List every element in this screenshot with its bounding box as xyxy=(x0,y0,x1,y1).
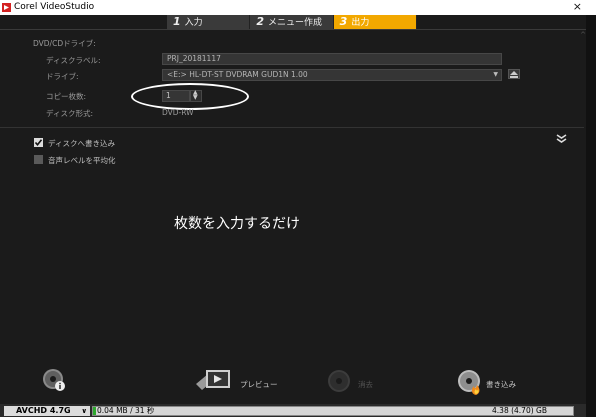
erase-disc-icon xyxy=(328,370,350,392)
checkmark-icon xyxy=(34,139,43,147)
drive-select-value: <E:> HL-DT-ST DVDRAM GUD1N 1.00 xyxy=(167,70,308,79)
step-label: 出力 xyxy=(351,18,370,28)
preview-icon[interactable] xyxy=(194,366,234,394)
step-number: 1 xyxy=(173,15,181,28)
tab-menu-create[interactable]: 2 メニュー作成 xyxy=(250,15,334,29)
capacity-bar: 0.04 MB / 31 秒 4.38 (4.70) GB xyxy=(92,406,574,416)
burn-label[interactable]: 書き込み xyxy=(486,379,516,390)
disc-format-select-value: AVCHD 4.7G xyxy=(16,406,71,415)
step-label: メニュー作成 xyxy=(267,18,322,28)
step-label: 入力 xyxy=(184,18,203,28)
tab-output[interactable]: 3 出力 xyxy=(333,15,417,29)
chevron-down-icon: ∨ xyxy=(81,407,87,415)
disc-label-label: ディスクラベル: xyxy=(46,56,101,65)
equalize-audio-label: 音声レベルを平均化 xyxy=(48,156,116,165)
disc-format-value: DVD-RW xyxy=(162,108,194,117)
disc-info-icon[interactable] xyxy=(42,368,66,392)
disc-format-select[interactable]: AVCHD 4.7G ∨ xyxy=(4,406,90,416)
step-number: 2 xyxy=(256,15,264,28)
section-label-drive: DVD/CDドライブ: xyxy=(33,39,96,48)
step-number: 3 xyxy=(339,15,348,28)
window-title: Corel VideoStudio xyxy=(14,2,95,12)
tab-input[interactable]: 1 入力 xyxy=(167,15,251,29)
expand-options-icon[interactable] xyxy=(556,134,567,146)
write-to-disc-label: ディスクへ書き込み xyxy=(48,139,115,148)
section-divider xyxy=(0,127,584,128)
erase-label: 消去 xyxy=(358,380,373,389)
status-bar: AVCHD 4.7G ∨ 0.04 MB / 31 秒 4.38 (4.70) … xyxy=(0,404,586,417)
write-to-disc-checkbox[interactable] xyxy=(34,138,43,147)
window-close-button[interactable]: × xyxy=(573,1,582,13)
annotation-note: 枚数を入力するだけ xyxy=(174,216,300,232)
copies-label: コピー枚数: xyxy=(46,92,87,101)
disc-format-label: ディスク形式: xyxy=(46,109,94,118)
used-size: 0.04 MB / 31 秒 xyxy=(97,406,155,415)
scrollbar[interactable] xyxy=(586,15,596,417)
burn-disc-icon[interactable] xyxy=(456,368,484,396)
header-divider xyxy=(0,29,586,30)
chevron-down-icon: ▼ xyxy=(493,71,498,78)
preview-label[interactable]: プレビュー xyxy=(240,379,278,390)
disc-capacity: 4.38 (4.70) GB xyxy=(492,406,547,415)
equalize-audio-checkbox[interactable] xyxy=(34,155,43,164)
eject-icon xyxy=(510,71,518,78)
collapse-caret-icon[interactable]: ^ xyxy=(580,31,586,39)
app-logo-icon xyxy=(2,3,11,12)
highlight-ellipse xyxy=(131,83,249,110)
capacity-fill xyxy=(93,407,96,415)
title-bar: Corel VideoStudio × xyxy=(0,0,596,15)
eject-button[interactable] xyxy=(508,69,520,79)
disc-label-input[interactable]: PRJ_20181117 xyxy=(162,53,502,65)
drive-select[interactable]: <E:> HL-DT-ST DVDRAM GUD1N 1.00 ▼ xyxy=(162,69,502,81)
step-tabs: 1 入力 2 メニュー作成 3 出力 xyxy=(167,15,417,29)
drive-label: ドライブ: xyxy=(46,72,79,81)
